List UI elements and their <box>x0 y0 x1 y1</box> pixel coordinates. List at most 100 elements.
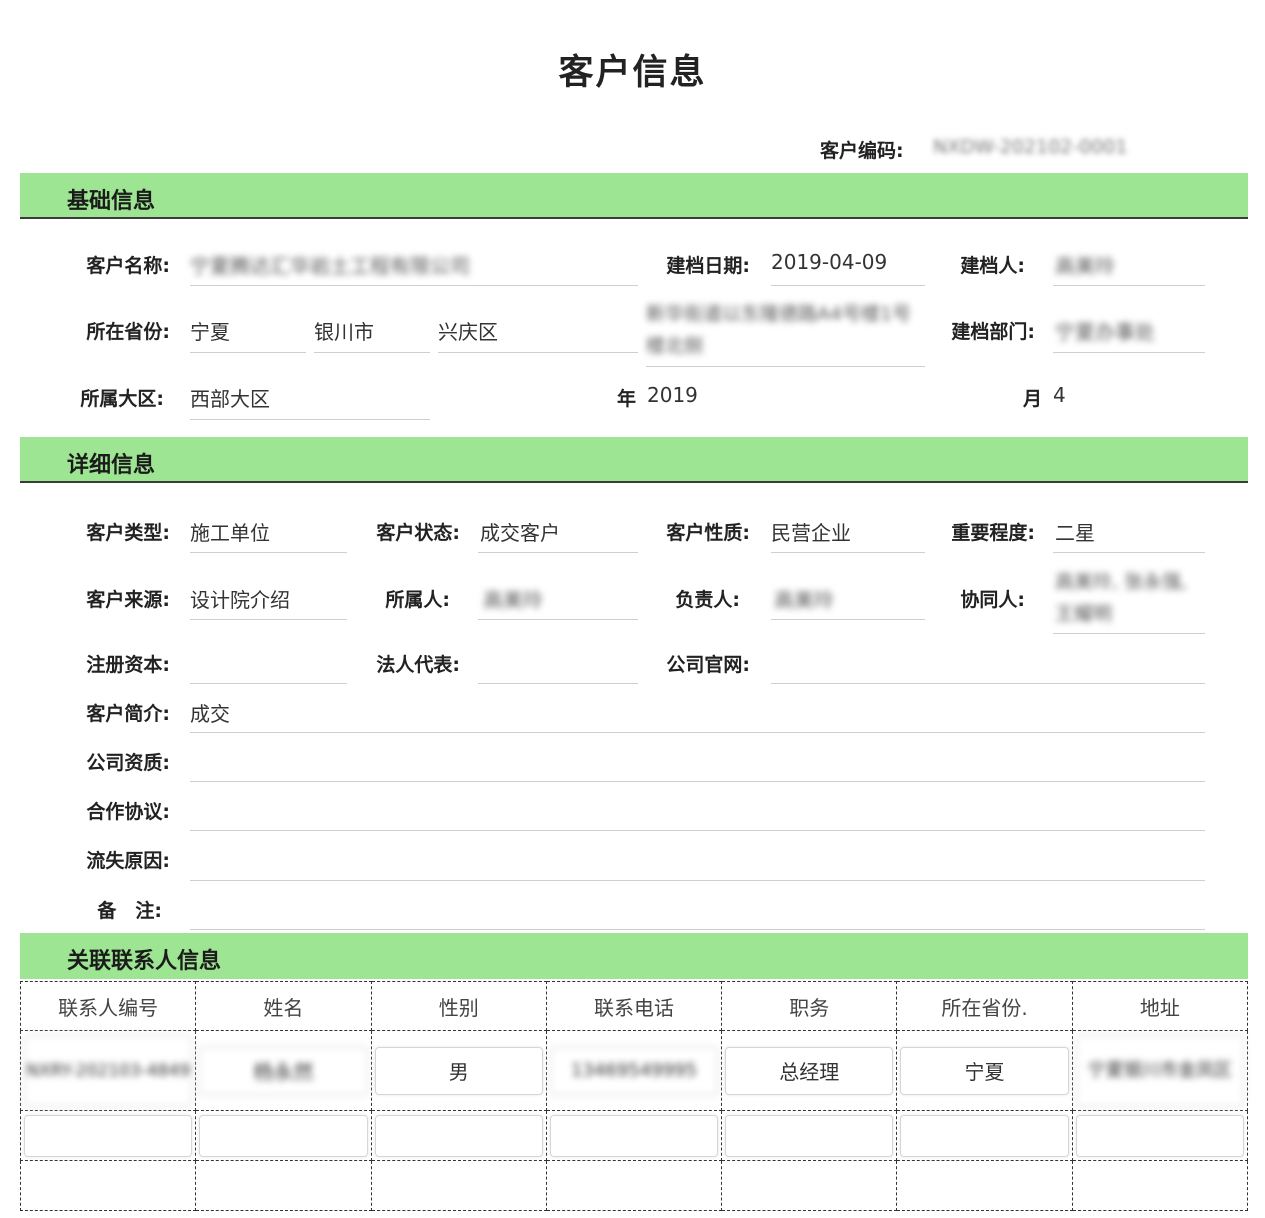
partner-label: 协同人: <box>960 589 1025 611</box>
customer-code-value: NXDW-202102-0001 <box>933 136 1128 158</box>
district-field[interactable] <box>438 352 638 353</box>
section-detail-header: 详细信息 <box>20 437 1248 483</box>
customer-code-label: 客户编码: <box>820 140 904 162</box>
province-value: 宁夏 <box>190 320 230 344</box>
table-cell <box>1071 1110 1249 1161</box>
region-label: 所属大区: <box>80 388 164 410</box>
col-name: 姓名 <box>195 981 372 1031</box>
col-phone: 联系电话 <box>545 981 723 1031</box>
agreement-label: 合作协议: <box>86 801 170 823</box>
customer-status-value: 成交客户 <box>480 521 560 545</box>
contact-address-input[interactable]: 宁夏银川市金凤区 <box>1075 1034 1244 1107</box>
creator-label: 建档人: <box>960 255 1025 277</box>
loss-reason-field[interactable] <box>190 880 1205 881</box>
table-cell <box>1071 1160 1249 1211</box>
manager-label: 负责人: <box>675 589 740 611</box>
col-position: 职务 <box>721 981 898 1031</box>
table-cell: NXRY-202103-4849 <box>19 1030 197 1111</box>
website-field[interactable] <box>771 683 1205 684</box>
website-label: 公司官网: <box>666 654 750 676</box>
contact-position-input[interactable]: 总经理 <box>725 1046 894 1095</box>
contact-id-input[interactable]: NXRY-202103-4849 <box>24 1034 193 1107</box>
customer-name-label: 客户名称: <box>86 255 170 277</box>
owner-value: 高美玲 <box>483 588 543 612</box>
qualification-field[interactable] <box>190 781 1205 782</box>
col-province: 所在省份. <box>896 981 1073 1031</box>
customer-source-value: 设计院介绍 <box>190 588 290 612</box>
partner-value: 高美玲, 张永强, 王耀明 <box>1055 571 1188 625</box>
region-field[interactable] <box>190 419 430 420</box>
remark-field[interactable] <box>190 929 1205 930</box>
table-cell <box>896 1160 1073 1211</box>
customer-type-field[interactable] <box>190 552 347 553</box>
partner-field[interactable] <box>1053 633 1205 634</box>
table-cell: 杨永然 <box>195 1030 372 1111</box>
table-cell <box>19 1110 197 1161</box>
contacts-header-row: 联系人编号 姓名 性别 联系电话 职务 所在省份. 地址 <box>19 981 1249 1031</box>
table-cell <box>19 1160 197 1211</box>
agreement-field[interactable] <box>190 830 1205 831</box>
table-cell: 总经理 <box>721 1030 898 1111</box>
customer-name-value: 宁夏腾达汇华岩土工程有限公司 <box>190 254 470 278</box>
loss-reason-label: 流失原因: <box>86 850 170 872</box>
contact-gender-input[interactable]: 男 <box>374 1046 543 1095</box>
importance-value: 二星 <box>1055 521 1095 545</box>
customer-nature-value: 民营企业 <box>771 521 851 545</box>
create-date-value: 2019-04-09 <box>771 250 888 274</box>
manager-field[interactable] <box>771 619 925 620</box>
empty-input[interactable] <box>199 1114 368 1157</box>
contacts-table: 联系人编号 姓名 性别 联系电话 职务 所在省份. 地址 NXRY-202103… <box>19 981 1249 1211</box>
empty-input[interactable] <box>549 1114 719 1157</box>
empty-input[interactable] <box>374 1114 543 1157</box>
page-title: 客户信息 <box>558 53 707 93</box>
contact-name-input[interactable]: 杨永然 <box>199 1046 368 1095</box>
contact-phone-input[interactable]: 13469549995 <box>549 1046 719 1095</box>
city-field[interactable] <box>314 352 430 353</box>
customer-source-label: 客户来源: <box>86 589 170 611</box>
customer-nature-field[interactable] <box>771 552 925 553</box>
year-value: 2019 <box>647 383 698 407</box>
col-contact-id: 联系人编号 <box>19 981 197 1031</box>
province-field[interactable] <box>190 352 306 353</box>
creator-field[interactable] <box>1053 285 1205 286</box>
manager-value: 高美玲 <box>774 588 834 612</box>
create-date-label: 建档日期: <box>666 255 750 277</box>
table-row <box>19 1110 1249 1161</box>
month-value: 4 <box>1053 383 1066 407</box>
table-cell: 宁夏银川市金凤区 <box>1071 1030 1249 1111</box>
importance-field[interactable] <box>1053 552 1205 553</box>
table-row: NXRY-202103-4849 杨永然 男 13469549995 总经理 宁… <box>19 1030 1249 1111</box>
reg-capital-label: 注册资本: <box>86 654 170 676</box>
create-date-field[interactable] <box>771 285 925 286</box>
empty-input[interactable] <box>1075 1114 1244 1157</box>
customer-source-field[interactable] <box>190 619 347 620</box>
table-cell: 13469549995 <box>545 1030 723 1111</box>
col-address: 地址 <box>1071 981 1249 1031</box>
section-basic-header: 基础信息 <box>20 173 1248 219</box>
qualification-label: 公司资质: <box>86 752 170 774</box>
contact-province-input[interactable]: 宁夏 <box>900 1046 1069 1095</box>
empty-input[interactable] <box>900 1114 1069 1157</box>
section-contacts-header: 关联联系人信息 <box>20 933 1248 979</box>
customer-name-field[interactable] <box>190 285 638 286</box>
table-cell <box>721 1160 898 1211</box>
customer-status-field[interactable] <box>478 552 638 553</box>
province-label: 所在省份: <box>86 321 170 343</box>
empty-input[interactable] <box>725 1114 894 1157</box>
reg-capital-field[interactable] <box>190 683 347 684</box>
section-basic-title: 基础信息 <box>67 189 156 214</box>
table-cell <box>195 1110 372 1161</box>
table-cell <box>370 1110 547 1161</box>
address-field[interactable] <box>646 366 925 367</box>
empty-input[interactable] <box>24 1114 193 1157</box>
table-row <box>19 1160 1249 1211</box>
owner-field[interactable] <box>478 619 638 620</box>
city-value: 银川市 <box>314 320 374 344</box>
create-dept-label: 建档部门: <box>951 321 1035 343</box>
creator-value: 高美玲 <box>1055 254 1115 278</box>
create-dept-field[interactable] <box>1053 352 1205 353</box>
table-cell <box>545 1160 723 1211</box>
legal-rep-field[interactable] <box>478 683 638 684</box>
address-value: 新华街道以东隆德路A4号楼1号楼北侧 <box>646 303 912 357</box>
intro-field[interactable] <box>190 732 1205 733</box>
